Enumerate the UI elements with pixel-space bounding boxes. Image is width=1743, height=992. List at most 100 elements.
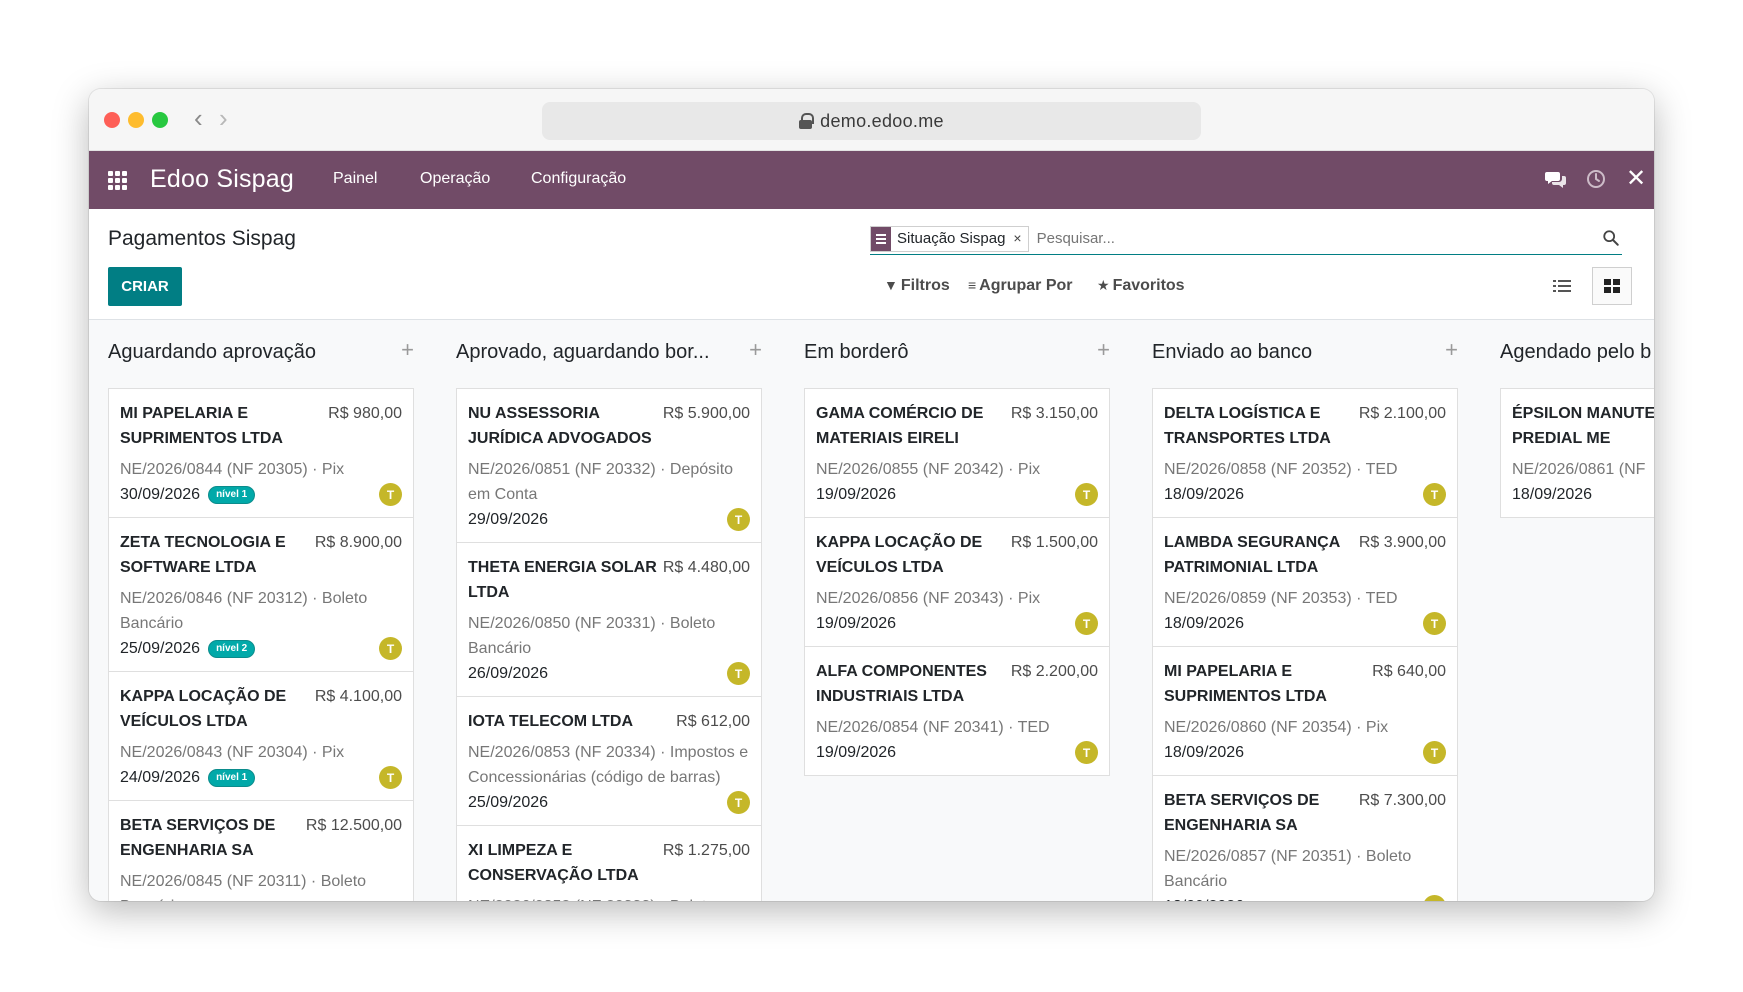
kanban-card[interactable]: ÉPSILON MANUTEN PREDIAL ME NE/2026/0861 (… xyxy=(1500,388,1654,518)
card-date-row: 25/09/2026 xyxy=(468,794,548,812)
kanban-card[interactable]: BETA SERVIÇOS DE ENGENHARIA SA R$ 7.300,0… xyxy=(1152,775,1458,901)
kanban-card[interactable]: THETA ENERGIA SOLAR LTDA R$ 4.480,00 NE/20… xyxy=(456,542,762,697)
card-amount: R$ 12.500,00 xyxy=(305,817,402,834)
column-title[interactable]: Enviado ao banco xyxy=(1152,341,1422,364)
card-partner-name: KAPPA LOCAÇÃO DE VEÍCULOS LTDA xyxy=(816,534,983,576)
kanban-card[interactable]: KAPPA LOCAÇÃO DE VEÍCULOS LTDA R$ 1.500,0… xyxy=(804,517,1110,647)
card-reference: NE/2026/0854 (NF 20341) · TED xyxy=(816,719,1050,736)
card-partner-name: KAPPA LOCAÇÃO DE VEÍCULOS LTDA xyxy=(120,688,287,730)
column-add-icon[interactable]: + xyxy=(749,337,762,363)
close-icon[interactable]: ✕ xyxy=(1626,167,1650,191)
user-avatar[interactable]: T xyxy=(1075,612,1098,635)
card-amount: R$ 1.500,00 xyxy=(1010,534,1098,551)
kanban-card[interactable]: MI PAPELARIA E SUPRIMENTOS LTDA R$ 980,00… xyxy=(108,388,414,518)
kanban-card[interactable]: KAPPA LOCAÇÃO DE VEÍCULOS LTDA R$ 4.100,0… xyxy=(108,671,414,801)
search-icon[interactable] xyxy=(1602,229,1620,247)
card-date: 18/09/2026 xyxy=(1164,743,1245,761)
kanban-view-button[interactable] xyxy=(1592,267,1632,305)
page-title: Pagamentos Sispag xyxy=(108,227,296,250)
kanban-card[interactable]: MI PAPELARIA E SUPRIMENTOS LTDA R$ 640,00… xyxy=(1152,646,1458,776)
card-date-row: 24/09/2026 nível 1 xyxy=(120,768,256,787)
kanban-card[interactable]: LAMBDA SEGURANÇA PATRIMONIAL LTDA R$ 3.90… xyxy=(1152,517,1458,647)
kanban-card[interactable]: XI LIMPEZA E CONSERVAÇÃO LTDA R$ 1.275,00… xyxy=(456,825,762,901)
apps-grid-icon[interactable] xyxy=(108,171,128,190)
card-reference: NE/2026/0851 (NF 20332) · Depósito em Co… xyxy=(468,461,734,503)
column-title[interactable]: Em borderô xyxy=(804,341,1074,364)
top-navbar: Edoo Sispag Painel Operação Configuração… xyxy=(89,151,1654,209)
card-partner-name: XI LIMPEZA E CONSERVAÇÃO LTDA xyxy=(468,842,639,884)
filters-dropdown[interactable]: ▼ Filtros xyxy=(884,277,950,295)
bars-icon: ≡ xyxy=(968,277,977,293)
kanban-card[interactable]: DELTA LOGÍSTICA E TRANSPORTES LTDA R$ 2.1… xyxy=(1152,388,1458,518)
user-avatar[interactable]: T xyxy=(727,662,750,685)
card-partner-name: ZETA TECNOLOGIA E SOFTWARE LTDA xyxy=(120,534,286,576)
facet-label: Situação Sispag xyxy=(897,229,1006,247)
menu-configuracao[interactable]: Configuração xyxy=(531,170,626,188)
card-date: 29/09/2026 xyxy=(468,510,549,528)
column-add-icon[interactable]: + xyxy=(1445,337,1458,363)
create-button[interactable]: CRIAR xyxy=(108,267,182,306)
card-amount: R$ 980,00 xyxy=(328,405,402,422)
user-avatar[interactable]: T xyxy=(727,508,750,531)
column-add-icon[interactable]: + xyxy=(1097,337,1110,363)
forward-arrow-icon[interactable]: › xyxy=(219,103,228,133)
column-add-icon[interactable]: + xyxy=(401,337,414,363)
card-amount: R$ 8.900,00 xyxy=(314,534,402,551)
kanban-card[interactable]: GAMA COMÉRCIO DE MATERIAIS EIRELI R$ 3.15… xyxy=(804,388,1110,518)
kanban-card[interactable]: ZETA TECNOLOGIA E SOFTWARE LTDA R$ 8.900,… xyxy=(108,517,414,672)
kanban-column: Em borderô + GAMA COMÉRCIO DE MATERIAIS EI… xyxy=(804,320,1110,776)
user-avatar[interactable]: T xyxy=(379,637,402,660)
kanban-card[interactable]: IOTA TELECOM LTDA R$ 612,00 NE/2026/0853 (… xyxy=(456,696,762,826)
back-arrow-icon[interactable]: ‹ xyxy=(194,103,203,133)
user-avatar[interactable]: T xyxy=(727,791,750,814)
kanban-card[interactable]: ALFA COMPONENTES INDUSTRIAIS LTDA R$ 2.20… xyxy=(804,646,1110,776)
user-avatar[interactable]: T xyxy=(379,766,402,789)
card-reference: NE/2026/0846 (NF 20312) · Boleto Bancári… xyxy=(120,590,368,632)
column-header: Enviado ao banco + xyxy=(1152,320,1458,388)
card-amount: R$ 4.100,00 xyxy=(314,688,402,705)
search-input[interactable] xyxy=(1036,230,1557,247)
filters-label: Filtros xyxy=(900,277,950,294)
minimize-window-button[interactable] xyxy=(128,112,144,128)
user-avatar[interactable]: T xyxy=(1423,612,1446,635)
search-bar: Situação Sispag × xyxy=(870,223,1622,255)
maximize-window-button[interactable] xyxy=(152,112,168,128)
groupby-dropdown[interactable]: ≡ Agrupar Por xyxy=(968,277,1073,295)
app-brand[interactable]: Edoo Sispag xyxy=(150,165,294,194)
clock-icon[interactable] xyxy=(1584,167,1608,191)
user-avatar[interactable]: T xyxy=(1075,741,1098,764)
approval-level-badge: nível 2 xyxy=(208,639,256,658)
favorites-dropdown[interactable]: ★ Favoritos xyxy=(1097,277,1185,295)
kanban-card[interactable]: BETA SERVIÇOS DE ENGENHARIA SA R$ 12.500,… xyxy=(108,800,414,901)
card-date-row: 18/09/2026 xyxy=(1164,898,1244,902)
menu-operacao[interactable]: Operação xyxy=(420,170,490,188)
column-title[interactable]: Aprovado, aguardando bor... xyxy=(456,341,726,364)
card-partner-name: LAMBDA SEGURANÇA PATRIMONIAL LTDA xyxy=(1164,534,1340,576)
kanban-card[interactable]: NU ASSESSORIA JURÍDICA ADVOGADOS R$ 5.900… xyxy=(456,388,762,543)
list-view-button[interactable] xyxy=(1542,267,1582,305)
column-title[interactable]: Agendado pelo b xyxy=(1500,341,1654,364)
chat-icon[interactable] xyxy=(1544,167,1568,191)
card-date: 19/09/2026 xyxy=(816,614,897,632)
funnel-icon: ▼ xyxy=(884,277,898,293)
facet-remove-button[interactable]: × xyxy=(1011,227,1027,251)
card-partner-name: BETA SERVIÇOS DE ENGENHARIA SA xyxy=(1164,792,1320,834)
card-date: 18/09/2026 xyxy=(1512,485,1593,503)
user-avatar[interactable]: T xyxy=(1423,741,1446,764)
close-window-button[interactable] xyxy=(104,112,120,128)
card-date: 25/09/2026 xyxy=(120,639,201,657)
card-partner-name: DELTA LOGÍSTICA E TRANSPORTES LTDA xyxy=(1164,405,1331,447)
user-avatar[interactable]: T xyxy=(1423,895,1446,901)
card-date: 30/09/2026 xyxy=(120,485,201,503)
url-bar[interactable]: demo.edoo.me xyxy=(542,102,1201,140)
card-partner-name: ÉPSILON MANUTEN PREDIAL ME xyxy=(1512,405,1654,447)
user-avatar[interactable]: T xyxy=(1075,483,1098,506)
user-avatar[interactable]: T xyxy=(379,483,402,506)
column-title[interactable]: Aguardando aprovação xyxy=(108,341,378,364)
user-avatar[interactable]: T xyxy=(1423,483,1446,506)
menu-painel[interactable]: Painel xyxy=(333,170,377,188)
card-date-row: 19/09/2026 xyxy=(816,486,896,504)
card-partner-name: IOTA TELECOM LTDA xyxy=(468,713,634,730)
card-amount: R$ 1.275,00 xyxy=(662,842,750,859)
card-date-row: 26/09/2026 xyxy=(468,665,548,683)
